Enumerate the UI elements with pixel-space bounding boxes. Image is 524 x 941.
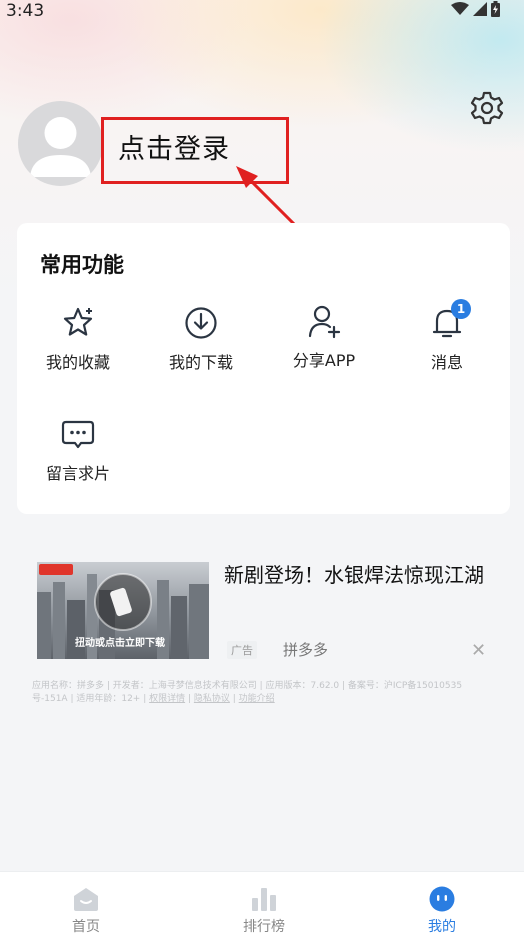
settings-gear-icon[interactable] — [469, 90, 505, 126]
feature-intro-link[interactable]: 功能介绍 — [239, 694, 275, 704]
permission-details-link[interactable]: 权限详情 — [149, 694, 185, 704]
ad-thumb-caption: 扭动或点击立即下载 — [75, 638, 165, 649]
tab-label: 我的 — [428, 919, 456, 935]
section-title: 常用功能 — [40, 253, 124, 277]
feature-downloads[interactable]: 我的下载 — [146, 305, 256, 373]
download-icon — [185, 307, 217, 339]
tab-label: 排行榜 — [243, 919, 285, 935]
status-icons — [451, 1, 500, 17]
annotation-highlight-box — [101, 117, 289, 184]
feature-share-app[interactable]: 分享APP — [269, 303, 379, 371]
ad-title[interactable]: 新剧登场！水银焊法惊现江湖 — [224, 562, 489, 589]
feature-label: 我的收藏 — [45, 353, 110, 372]
notification-badge: 1 — [451, 299, 471, 319]
privacy-policy-link[interactable]: 隐私协议 — [194, 694, 230, 704]
feature-label: 我的下载 — [168, 353, 233, 372]
ad-thumbnail[interactable]: 扭动或点击立即下载 — [37, 562, 209, 659]
ad-brand: 拼多多 — [283, 641, 329, 659]
home-icon — [74, 888, 98, 911]
feature-label: 分享APP — [292, 351, 356, 370]
ad-app-info: 应用名称：拼多多 | 开发者：上海寻梦信息技术有限公司 | 应用版本：7.62.… — [32, 681, 463, 704]
tab-home[interactable]: 首页 — [36, 886, 136, 936]
status-bar: 3:43 — [0, 0, 524, 24]
star-icon — [63, 307, 93, 336]
feature-messages[interactable]: 1 消息 — [392, 299, 502, 373]
battery-icon — [491, 1, 500, 17]
ad-tag: 广告 — [227, 641, 257, 659]
share-user-icon — [308, 305, 341, 339]
ad-banner[interactable]: 扭动或点击立即下载 新剧登场！水银焊法惊现江湖 广告 拼多多 ✕ — [37, 562, 489, 662]
default-user-icon — [30, 117, 91, 177]
signal-icon — [473, 2, 487, 16]
bottom-tab-bar: 首页 排行榜 我的 — [0, 871, 524, 941]
avatar[interactable] — [18, 101, 103, 186]
feature-label: 留言求片 — [45, 464, 110, 483]
mine-face-icon — [429, 886, 455, 912]
feature-label: 消息 — [430, 353, 463, 372]
bar-chart-icon — [252, 888, 276, 911]
feature-favorites[interactable]: 我的收藏 — [23, 305, 133, 373]
close-icon[interactable]: ✕ — [471, 640, 486, 661]
tab-label: 首页 — [72, 919, 100, 935]
status-time: 3:43 — [6, 1, 45, 21]
message-icon — [61, 420, 95, 449]
ad-tag-label: 广告 — [231, 644, 253, 657]
wifi-icon — [451, 2, 469, 15]
tab-ranking[interactable]: 排行榜 — [214, 886, 314, 936]
common-features-card: 常用功能 我的收藏 我的下载 分享APP 1 消息 留言求片 — [17, 223, 510, 514]
feature-request-film[interactable]: 留言求片 — [23, 416, 133, 484]
tab-mine[interactable]: 我的 — [392, 886, 492, 936]
